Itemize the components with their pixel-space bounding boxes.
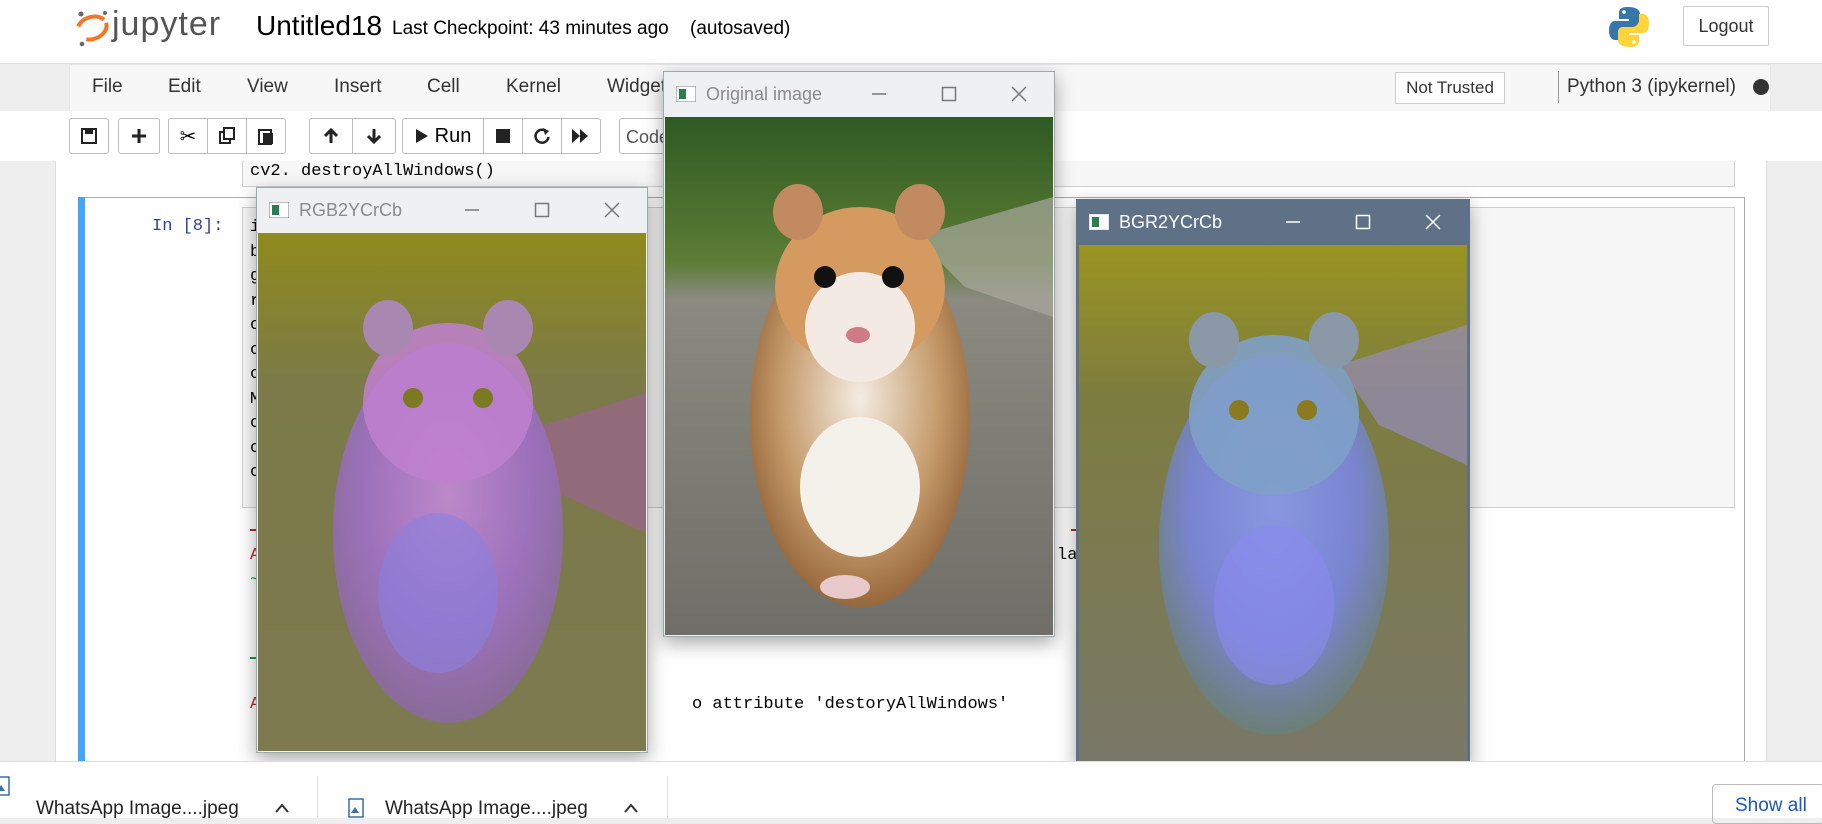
save-button[interactable] [69,118,109,154]
prev-cell-code: cv2. destroyAllWindows() [250,162,495,181]
window-app-icon [269,202,289,218]
close-button[interactable] [577,188,647,232]
not-trusted-button[interactable]: Not Trusted [1395,72,1505,104]
close-icon [604,202,620,218]
python-logo-icon [1609,7,1649,47]
error-message: o attribute 'destoryAllWindows' [692,695,1009,714]
stop-icon [496,129,510,143]
plus-icon [132,129,146,143]
download-divider [317,776,318,818]
save-icon [81,128,97,144]
maximize-icon [1355,214,1371,230]
checkpoint-status: Last Checkpoint: 43 minutes ago [392,18,669,39]
hamster-rgb2ycrcb-image [258,233,646,751]
minimize-button[interactable] [437,188,507,232]
close-icon [1011,86,1027,102]
insert-cell-button[interactable] [118,118,160,154]
run-label: Run [434,124,472,147]
menu-cell[interactable]: Cell [427,76,460,98]
maximize-button[interactable] [914,72,984,116]
fast-forward-icon [572,129,588,143]
maximize-button[interactable] [507,188,577,232]
kernel-divider [1558,71,1559,103]
chevron-up-icon[interactable] [274,802,290,814]
bgr2ycrcb-window[interactable]: BGR2YCrCb [1076,199,1470,767]
move-down-button[interactable] [352,118,396,154]
run-button-group: Run [402,118,601,154]
close-button[interactable] [1398,200,1468,244]
close-icon [1425,214,1441,230]
notebook-header: jupyter Untitled18 Last Checkpoint: 43 m… [0,0,1822,64]
logout-button[interactable]: Logout [1683,6,1769,46]
scissors-icon: ✂ [179,125,197,148]
original-image-window[interactable]: Original image [663,71,1055,637]
hamster-bgr2ycrcb-image [1079,245,1467,763]
maximize-icon [941,86,957,102]
download-divider [667,776,668,818]
minimize-icon [465,209,479,211]
restart-run-all-button[interactable] [561,118,601,154]
run-button[interactable]: Run [402,118,484,154]
arrow-down-icon [366,129,382,145]
downloads-bar: WhatsApp Image....jpeg WhatsApp Image...… [0,761,1822,824]
move-button-group [309,118,396,154]
minimize-icon [872,93,886,95]
cell-prompt: In [8]: [152,217,224,236]
menu-file[interactable]: File [92,76,123,98]
paste-button[interactable] [246,118,286,154]
menu-edit[interactable]: Edit [168,76,201,98]
close-button[interactable] [984,72,1054,116]
rgb2ycrcb-window[interactable]: RGB2YCrCb [256,187,648,753]
copy-button[interactable] [207,118,247,154]
maximize-button[interactable] [1328,200,1398,244]
cut-button[interactable]: ✂ [168,118,208,154]
minimize-button[interactable] [1258,200,1328,244]
image-file-icon [0,776,10,796]
menu-kernel[interactable]: Kernel [506,76,561,98]
window-title: RGB2YCrCb [299,199,403,220]
arrow-up-icon [323,127,339,143]
play-icon [415,129,428,143]
window-title: BGR2YCrCb [1119,211,1223,232]
minimize-button[interactable] [844,72,914,116]
image-file-icon [348,798,364,818]
edit-button-group: ✂ [168,118,286,154]
jupyter-logo-icon [75,11,109,47]
minimize-icon [1286,221,1300,223]
copy-icon [219,127,235,144]
autosave-status: (autosaved) [690,18,791,39]
window-title: Original image [706,83,823,104]
jupyter-brand[interactable]: jupyter [112,5,221,44]
restart-button[interactable] [522,118,562,154]
interrupt-button[interactable] [483,118,523,154]
maximize-icon [534,202,550,218]
menu-insert[interactable]: Insert [334,76,382,98]
window-app-icon [1089,214,1109,230]
paste-icon [258,129,273,145]
move-up-button[interactable] [309,118,353,154]
hamster-original-image [665,117,1053,635]
restart-icon [534,128,550,144]
menu-view[interactable]: View [247,76,288,98]
chevron-up-icon[interactable] [623,802,639,814]
kernel-name[interactable]: Python 3 (ipykernel) [1567,76,1736,98]
notebook-name[interactable]: Untitled18 [256,10,382,42]
cell-selection-bar [78,197,85,772]
output-fragment: la [1057,546,1078,565]
window-app-icon [676,86,696,102]
show-all-button[interactable]: Show all [1712,784,1822,824]
kernel-status-indicator [1753,79,1769,95]
